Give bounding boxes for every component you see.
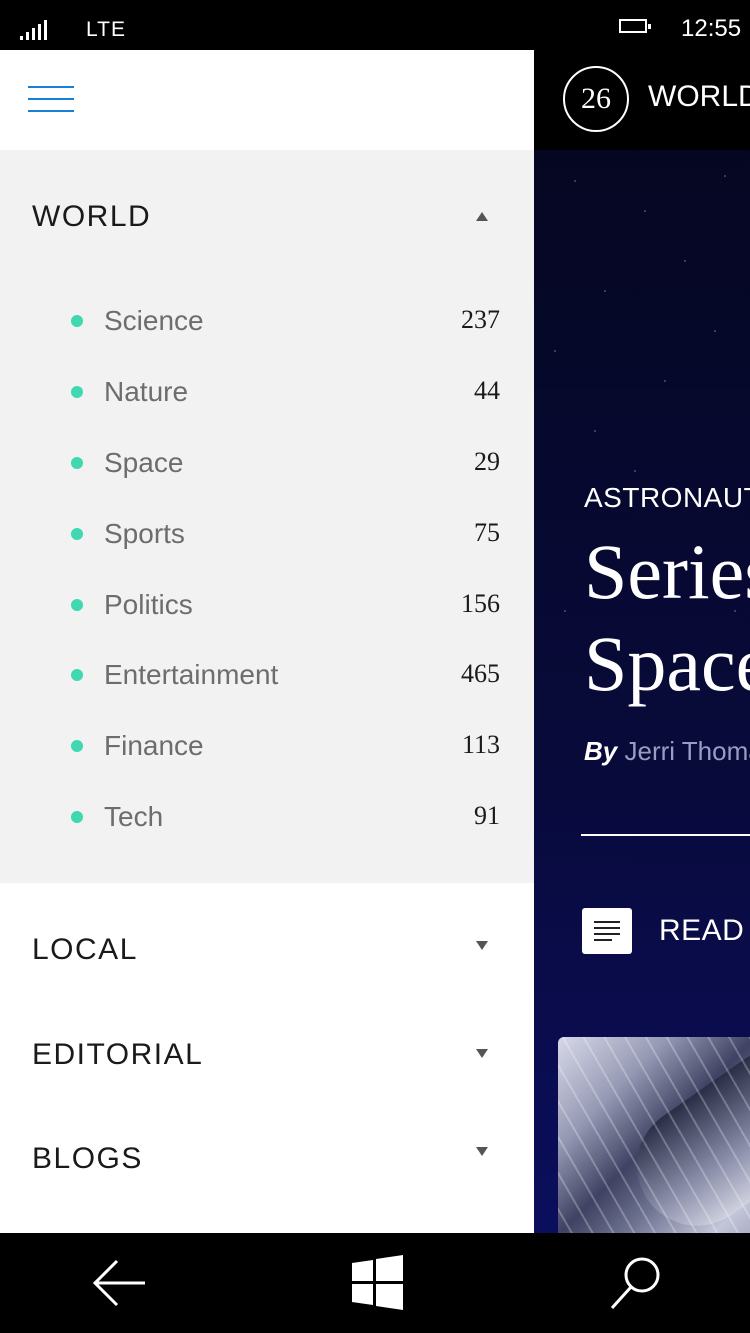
- category-item[interactable]: Nature 44: [0, 362, 534, 422]
- headline-line-2: Space: [584, 620, 750, 707]
- bullet-dot: [71, 315, 83, 327]
- expand-arrow-icon[interactable]: [476, 1147, 488, 1156]
- section-title: WORLD: [648, 80, 750, 113]
- network-type: LTE: [86, 18, 126, 41]
- article-photo[interactable]: [558, 1037, 750, 1233]
- category-item[interactable]: Finance 113: [0, 716, 534, 776]
- divider: [581, 834, 750, 836]
- clock: 12:55: [681, 15, 742, 42]
- battery-icon: [619, 19, 651, 33]
- category-label: Science: [104, 305, 204, 336]
- category-item[interactable]: Space 29: [0, 433, 534, 493]
- category-label: Nature: [104, 376, 189, 407]
- expand-arrow-icon[interactable]: [476, 1049, 488, 1058]
- byline-prefix: By: [584, 736, 618, 766]
- category-count: 156: [461, 589, 500, 618]
- article-content: 26 WORLD ASTRONAUTS Series Space By Jerr…: [534, 50, 750, 1233]
- category-count: 29: [474, 447, 500, 476]
- navigation-drawer: WORLD Science 237 Nature 44 Space 29 Spo…: [0, 50, 534, 1233]
- category-item[interactable]: Tech 91: [0, 787, 534, 847]
- expand-arrow-icon[interactable]: [476, 941, 488, 950]
- category-count: 237: [461, 305, 500, 334]
- category-label: Politics: [104, 589, 193, 620]
- menu-group-world: WORLD Science 237 Nature 44 Space 29 Spo…: [0, 150, 534, 883]
- menu-group-title-local[interactable]: LOCAL: [32, 933, 138, 967]
- signal-strength-icon: [20, 20, 50, 40]
- category-label: Space: [104, 447, 184, 478]
- menu-group-title-editorial[interactable]: EDITORIAL: [32, 1038, 203, 1072]
- article-headline[interactable]: Series Space: [584, 526, 750, 710]
- back-arrow-icon[interactable]: [89, 1253, 149, 1313]
- category-count: 113: [461, 730, 500, 759]
- category-item[interactable]: Science 237: [0, 291, 534, 351]
- article-icon[interactable]: [582, 908, 632, 954]
- article-byline: By Jerri Thomas: [584, 736, 750, 767]
- category-count: 91: [474, 801, 500, 830]
- menu-group-title-blogs[interactable]: BLOGS: [32, 1142, 143, 1176]
- bullet-dot: [71, 669, 83, 681]
- byline-author: Jerri Thomas: [624, 736, 750, 766]
- category-label: Tech: [104, 801, 164, 832]
- article-kicker: ASTRONAUTS: [584, 482, 750, 513]
- category-label: Finance: [104, 730, 204, 761]
- bullet-dot: [71, 811, 83, 823]
- system-nav-bar: [0, 1233, 750, 1333]
- category-item[interactable]: Entertainment 465: [0, 645, 534, 705]
- category-item[interactable]: Politics 156: [0, 575, 534, 635]
- bullet-dot: [71, 528, 83, 540]
- windows-start-icon[interactable]: [347, 1253, 407, 1313]
- category-count: 465: [461, 659, 500, 688]
- hamburger-menu-icon[interactable]: [28, 86, 74, 112]
- category-count: 44: [474, 376, 500, 405]
- category-label: Entertainment: [104, 659, 279, 690]
- bullet-dot: [71, 740, 83, 752]
- headline-line-1: Series: [584, 528, 750, 615]
- content-header: 26 WORLD: [534, 50, 750, 150]
- menu-group-title-world[interactable]: WORLD: [32, 200, 151, 234]
- category-count: 75: [474, 518, 500, 547]
- collapse-arrow-icon[interactable]: [476, 212, 488, 221]
- bullet-dot: [71, 599, 83, 611]
- bullet-dot: [71, 386, 83, 398]
- read-more-button[interactable]: READ MORE: [659, 914, 750, 948]
- category-label: Sports: [104, 518, 185, 549]
- search-icon[interactable]: [606, 1253, 666, 1313]
- date-badge[interactable]: 26: [563, 66, 629, 132]
- drawer-header: [0, 50, 534, 150]
- category-item[interactable]: Sports 75: [0, 504, 534, 564]
- bullet-dot: [71, 457, 83, 469]
- status-bar: LTE 12:55: [0, 0, 750, 50]
